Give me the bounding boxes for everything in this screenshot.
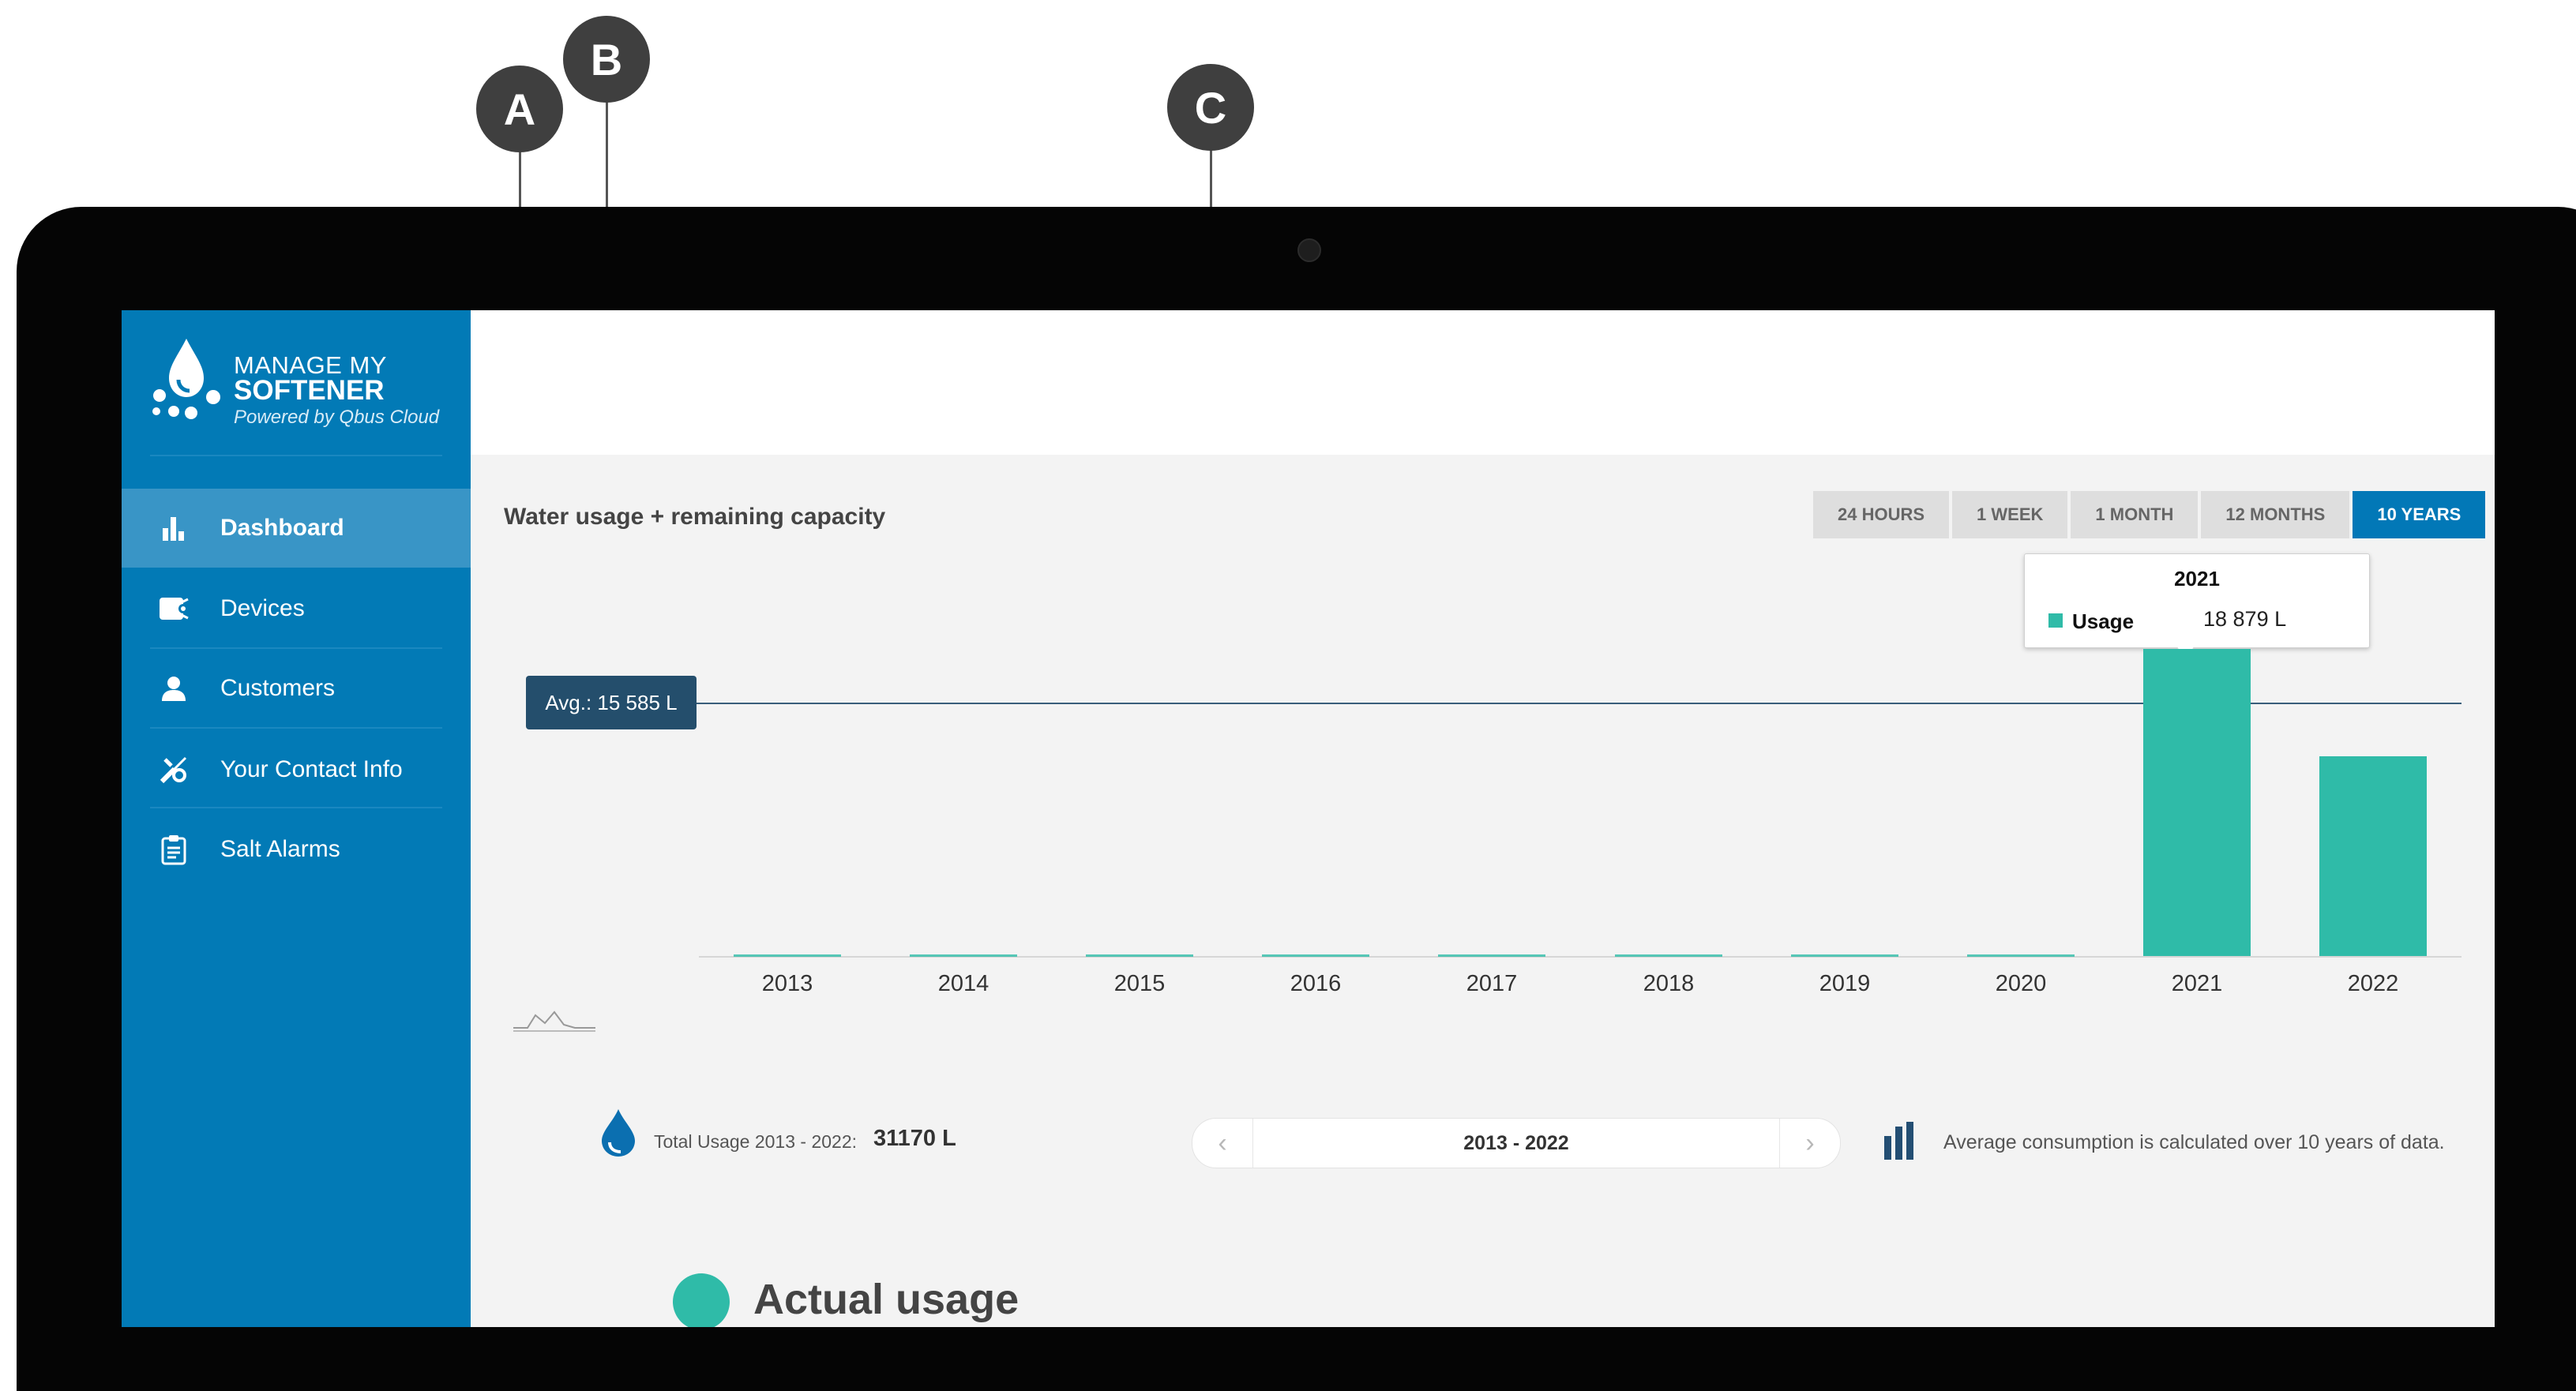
sidebar-item-label: Dashboard: [220, 515, 344, 541]
sidebar-item-label: Salt Alarms: [220, 836, 340, 862]
range-tabs: 24 HOURS 1 WEEK 1 MONTH 12 MONTHS 10 YEA…: [1813, 491, 2486, 538]
logo-line2: SOFTENER: [234, 375, 385, 406]
sidebar-divider: [150, 455, 442, 456]
chart-bar-2014[interactable]: [910, 954, 1017, 957]
sidebar-item-label: Devices: [220, 595, 305, 621]
tooltip-value: 18 879 L: [2203, 607, 2287, 631]
sidebar-item-salt-alarms[interactable]: Salt Alarms: [122, 810, 471, 889]
chart-bar-2020[interactable]: [1967, 954, 2075, 957]
sidebar-item-label: Your Contact Info: [220, 756, 403, 782]
device-icon: [156, 591, 191, 626]
app-screen: MANAGE MY SOFTENER Powered by Qbus Cloud…: [122, 310, 2495, 1327]
bar-chart-icon: [1884, 1122, 1913, 1160]
chart-title: Water usage + remaining capacity: [504, 504, 886, 530]
average-note: Average consumption is calculated over 1…: [1943, 1131, 2445, 1153]
sidebar-item-devices[interactable]: Devices: [122, 569, 471, 648]
mini-chart-icon: [513, 1010, 595, 1032]
clipboard-icon: [156, 832, 191, 867]
period-pager: ‹ 2013 - 2022 ›: [1192, 1118, 1841, 1168]
x-tick-label: 2022: [2347, 971, 2399, 996]
total-usage-value: 31170 L: [873, 1126, 956, 1151]
user-icon: [156, 671, 191, 706]
bar-chart-icon: [156, 511, 191, 546]
average-label: Avg.: 15 585 L: [526, 676, 697, 729]
chart-bar-2015[interactable]: [1086, 954, 1193, 957]
callout-a: A: [476, 66, 563, 152]
x-tick-label: 2021: [2171, 971, 2223, 996]
chart-bar-2017[interactable]: [1438, 954, 1545, 957]
x-tick-label: 2018: [1643, 971, 1695, 996]
tools-icon: [156, 752, 191, 787]
x-tick-label: 2013: [761, 971, 813, 996]
tooltip-series: Usage: [2072, 609, 2135, 633]
tab-24-hours[interactable]: 24 HOURS: [1813, 491, 1950, 538]
tab-1-month[interactable]: 1 MONTH: [2071, 491, 2199, 538]
tooltip-swatch: [2048, 613, 2063, 628]
next-period-button[interactable]: ›: [1779, 1119, 1840, 1168]
x-tick-label: 2020: [1995, 971, 2047, 996]
tab-1-week[interactable]: 1 WEEK: [1952, 491, 2068, 538]
sidebar-item-label: Customers: [220, 675, 336, 701]
legend-label: Actual usage: [753, 1276, 1020, 1323]
chart-tooltip: 2021 Usage 18 879 L: [2024, 553, 2370, 648]
chart-bar-2013[interactable]: [734, 954, 841, 957]
sidebar-item-customers[interactable]: Customers: [122, 649, 471, 728]
callout-c: C: [1167, 64, 1254, 151]
water-drop-logo-icon: [152, 339, 220, 419]
sidebar: MANAGE MY SOFTENER Powered by Qbus Cloud…: [122, 310, 471, 1327]
tooltip-title: 2021: [2174, 567, 2220, 591]
chart-bar-2022[interactable]: [2319, 756, 2427, 956]
x-tick-label: 2014: [937, 971, 989, 996]
chart-bar-2016[interactable]: [1262, 954, 1369, 957]
x-tick-label: 2017: [1466, 971, 1518, 996]
chart-bar-2021[interactable]: [2143, 649, 2251, 956]
logo-line3: Powered by Qbus Cloud: [234, 407, 440, 428]
period-label: 2013 - 2022: [1463, 1131, 1569, 1154]
chart-bar-2018[interactable]: [1615, 954, 1722, 957]
tab-12-months[interactable]: 12 MONTHS: [2201, 491, 2350, 538]
logo[interactable]: MANAGE MY SOFTENER Powered by Qbus Cloud: [150, 334, 450, 428]
callout-b: B: [563, 16, 650, 103]
tab-10-years[interactable]: 10 YEARS: [2353, 491, 2486, 538]
top-header: [471, 310, 2495, 455]
water-drop-icon: [602, 1109, 635, 1157]
camera: [1297, 238, 1321, 262]
sidebar-item-dashboard[interactable]: Dashboard: [122, 489, 471, 568]
chart-bar-2019[interactable]: [1791, 954, 1898, 957]
x-tick-label: 2016: [1290, 971, 1342, 996]
previous-period-button[interactable]: ‹: [1192, 1119, 1253, 1168]
x-tick-label: 2019: [1819, 971, 1871, 996]
legend-swatch: [673, 1273, 730, 1327]
x-tick-label: 2015: [1113, 971, 1166, 996]
total-usage-label: Total Usage 2013 - 2022:: [654, 1131, 858, 1152]
sidebar-item-contact-info[interactable]: Your Contact Info: [122, 730, 471, 809]
